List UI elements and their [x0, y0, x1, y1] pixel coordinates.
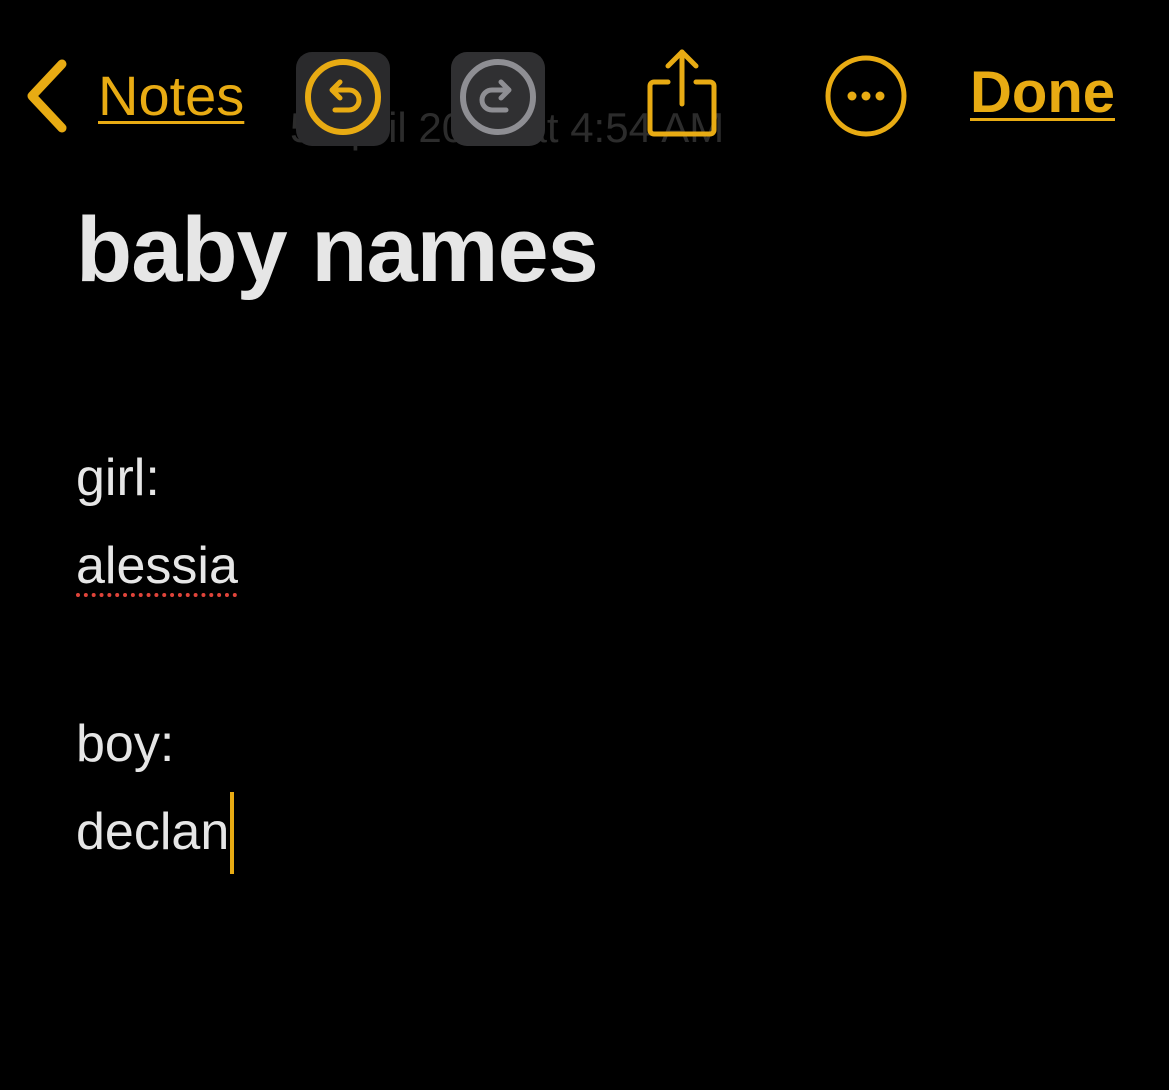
boy-name-text: declan	[76, 803, 230, 862]
navigation-toolbar: 5 April 2025 at 4:54 AM Notes	[0, 0, 1169, 160]
back-to-notes-button[interactable]: Notes	[24, 56, 244, 136]
share-button[interactable]	[640, 44, 724, 144]
undo-icon	[303, 57, 383, 142]
note-body[interactable]: baby names girl: alessia boy: declan	[76, 199, 1116, 877]
boy-header-text: boy:	[76, 715, 175, 774]
girl-header-line[interactable]: girl:	[76, 435, 1116, 523]
undo-button[interactable]	[296, 52, 390, 146]
misspelled-word[interactable]: alessia	[76, 533, 238, 601]
redo-button[interactable]	[451, 52, 545, 146]
share-icon	[642, 44, 722, 145]
more-icon	[823, 53, 909, 144]
girl-header-text: girl:	[76, 449, 160, 508]
more-options-button[interactable]	[822, 54, 910, 142]
back-label: Notes	[98, 64, 245, 127]
text-cursor	[230, 792, 235, 875]
girl-name-line[interactable]: alessia	[76, 523, 1116, 611]
boy-name-line[interactable]: declan	[76, 789, 1116, 877]
done-button[interactable]: Done	[970, 64, 1115, 122]
boy-header-line[interactable]: boy:	[76, 701, 1116, 789]
chevron-left-icon	[24, 58, 68, 134]
redo-icon	[458, 57, 538, 142]
note-title[interactable]: baby names	[76, 199, 1116, 301]
